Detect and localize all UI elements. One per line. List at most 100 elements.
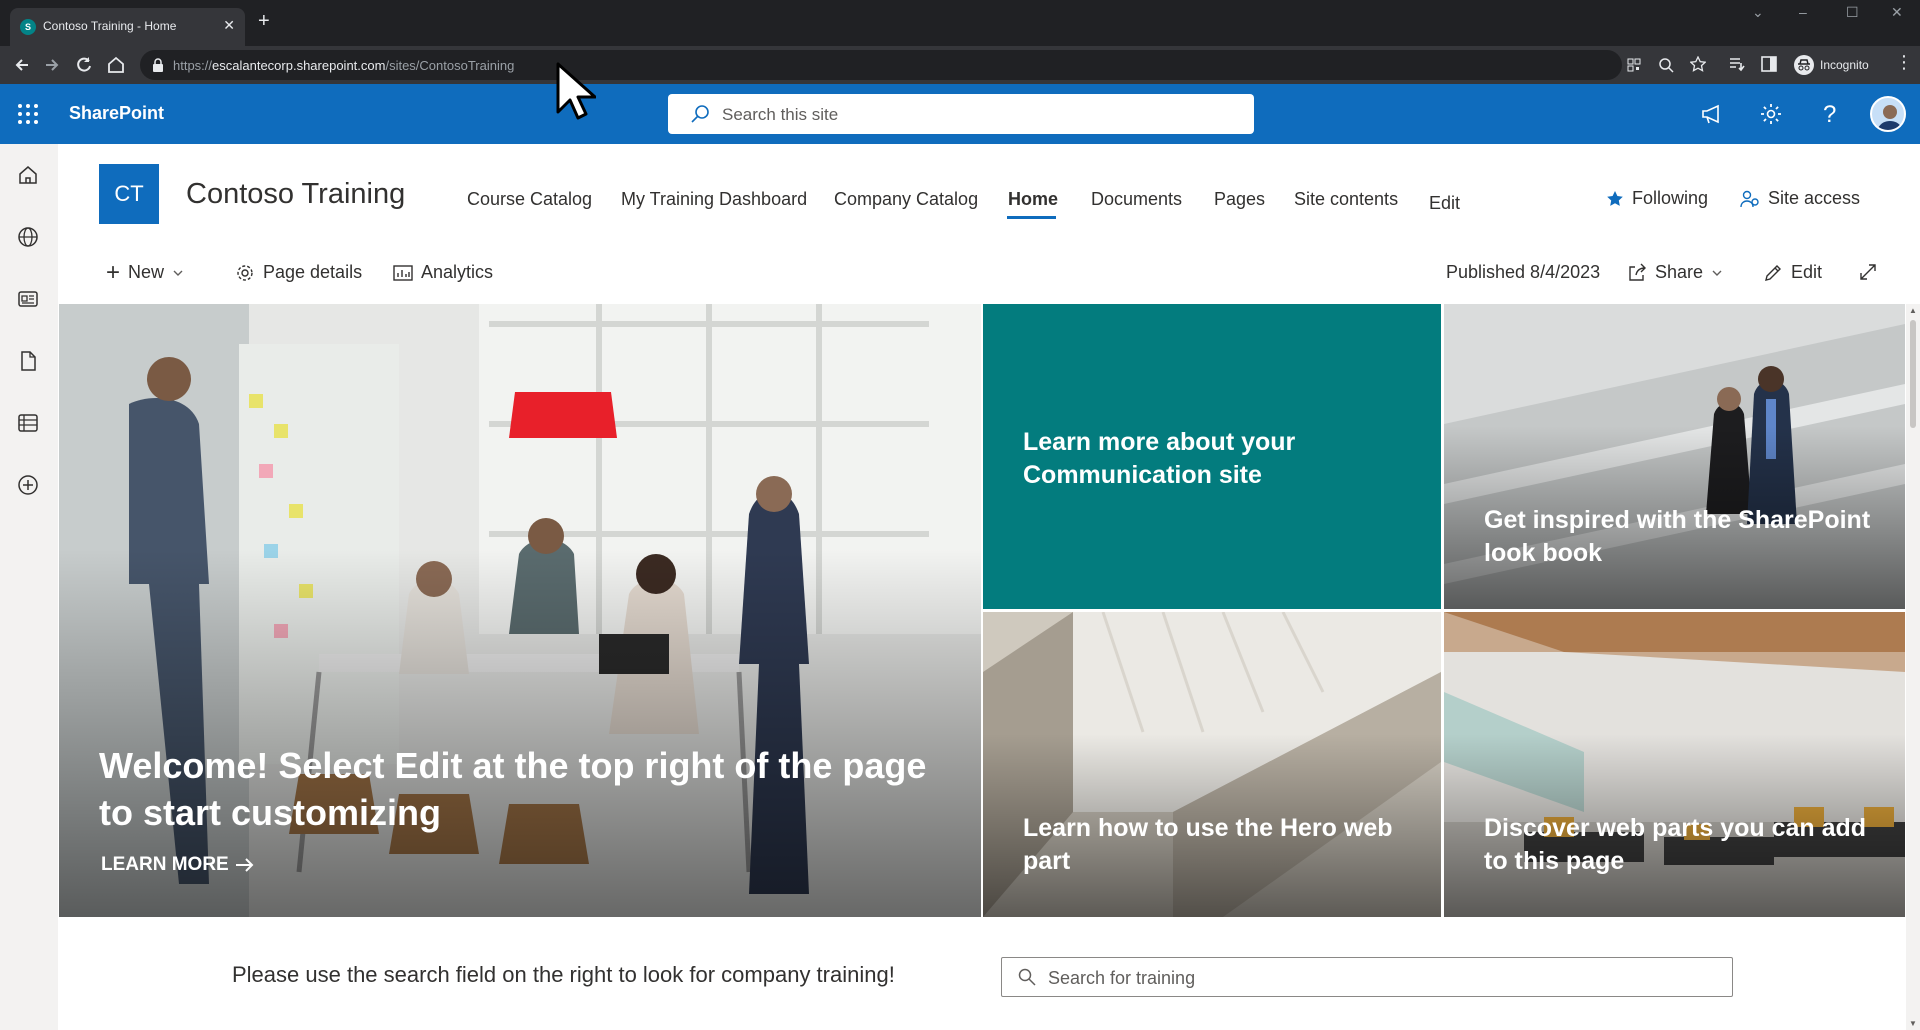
side-panel-icon[interactable]: [1760, 55, 1778, 73]
nav-pages[interactable]: Pages: [1214, 189, 1265, 210]
page-scrollbar[interactable]: ▲ ▼: [1906, 304, 1920, 1030]
sharepoint-brand-link[interactable]: SharePoint: [69, 103, 164, 124]
plus-icon: +: [106, 258, 121, 286]
reading-list-icon[interactable]: [1728, 55, 1746, 73]
hero-tile-look-book[interactable]: Get inspired with the SharePoint look bo…: [1444, 304, 1905, 609]
profile-label: Incognito: [1820, 58, 1869, 72]
edit-page-button[interactable]: Edit: [1763, 262, 1822, 283]
page-details-button[interactable]: Page details: [235, 262, 362, 283]
tab-close-icon[interactable]: ✕: [223, 17, 235, 34]
hero-main-title[interactable]: Welcome! Select Edit at the top right of…: [99, 742, 959, 836]
page-details-label: Page details: [263, 262, 363, 282]
hero-tile-caption: Learn more about your Communication site: [1023, 428, 1296, 489]
training-instruction-text: Please use the search field on the right…: [232, 962, 895, 987]
url-text: https://escalantecorp.sharepoint.com/sit…: [173, 58, 515, 73]
home-icon[interactable]: [106, 55, 126, 75]
nav-home[interactable]: Home: [1008, 189, 1058, 210]
following-label: Following: [1632, 188, 1709, 208]
lists-icon[interactable]: [17, 412, 39, 434]
active-nav-indicator: [1007, 216, 1056, 219]
scroll-up-icon[interactable]: ▲: [1909, 306, 1917, 315]
new-button[interactable]: + New: [106, 258, 184, 286]
chevron-down-icon: [172, 267, 184, 279]
browser-toolbar: https://escalantecorp.sharepoint.com/sit…: [0, 46, 1920, 84]
pencil-icon: [1763, 263, 1783, 283]
hero-tile-communication-site[interactable]: Learn more about your Communication site: [983, 304, 1441, 609]
nav-company-catalog[interactable]: Company Catalog: [834, 189, 978, 210]
suite-bar: SharePoint Search this site ?: [0, 84, 1920, 144]
arrow-right-icon: [235, 857, 255, 873]
training-search-placeholder: Search for training: [1048, 968, 1196, 988]
nav-edit-link[interactable]: Edit: [1429, 193, 1460, 214]
document-icon[interactable]: [17, 350, 39, 372]
analytics-chart-icon: [393, 263, 413, 283]
nav-course-catalog[interactable]: Course Catalog: [467, 189, 592, 210]
training-search-box[interactable]: Search for training: [1001, 957, 1733, 997]
megaphone-icon[interactable]: [1700, 102, 1724, 126]
gear-icon: [235, 263, 255, 283]
chevron-down-icon: [1711, 267, 1723, 279]
hero-main-tile[interactable]: Welcome! Select Edit at the top right of…: [59, 304, 981, 917]
create-plus-icon[interactable]: [17, 474, 39, 496]
bookmark-star-icon[interactable]: [1690, 56, 1706, 72]
share-icon: [1627, 263, 1647, 283]
scrollbar-thumb[interactable]: [1910, 320, 1916, 428]
address-bar[interactable]: https://escalantecorp.sharepoint.com/sit…: [140, 50, 1706, 80]
new-tab-icon[interactable]: +: [258, 10, 270, 33]
share-label: Share: [1655, 262, 1704, 282]
expand-icon[interactable]: [1858, 262, 1878, 282]
learn-more-label: LEARN MORE: [101, 854, 229, 875]
browser-tab[interactable]: S Contoso Training - Home ✕: [10, 8, 245, 46]
site-search-box[interactable]: Search this site: [668, 94, 1254, 134]
app-bar: [0, 144, 58, 1030]
tab-search-chevron-icon[interactable]: ⌄: [1752, 4, 1764, 21]
home-icon[interactable]: [17, 164, 39, 186]
site-access-label: Site access: [1768, 188, 1861, 208]
nav-documents[interactable]: Documents: [1091, 189, 1182, 210]
browser-menu-icon[interactable]: ⋮: [1895, 52, 1913, 73]
sharepoint-favicon-icon: S: [20, 19, 36, 35]
globe-icon[interactable]: [17, 226, 39, 248]
mouse-cursor-icon: [556, 62, 596, 122]
scroll-down-icon[interactable]: ▼: [1909, 1019, 1917, 1028]
site-title[interactable]: Contoso Training: [186, 178, 405, 211]
qr-code-icon[interactable]: [1627, 58, 1641, 72]
analytics-button[interactable]: Analytics: [393, 262, 493, 283]
analytics-label: Analytics: [421, 262, 494, 282]
people-icon: [1740, 189, 1760, 209]
published-status: Published 8/4/2023: [1446, 262, 1601, 282]
search-icon: [690, 104, 710, 124]
lock-icon: [152, 58, 164, 72]
learn-more-link[interactable]: LEARN MORE: [101, 854, 255, 876]
app-launcher-icon[interactable]: [18, 104, 38, 124]
user-avatar[interactable]: [1870, 96, 1906, 132]
nav-site-contents[interactable]: Site contents: [1294, 189, 1398, 210]
help-icon[interactable]: ?: [1823, 101, 1836, 129]
site-search-placeholder: Search this site: [722, 105, 839, 124]
search-icon: [1018, 968, 1036, 986]
hero-tile-caption: Learn how to use the Hero web part: [1023, 814, 1393, 875]
hero-tile-web-parts[interactable]: Discover web parts you can add to this p…: [1444, 612, 1905, 917]
following-button[interactable]: Following: [1606, 188, 1708, 209]
new-label: New: [128, 262, 165, 282]
minimize-icon[interactable]: –: [1799, 4, 1807, 20]
hero-tile-hero-web-part[interactable]: Learn how to use the Hero web part: [983, 612, 1441, 917]
window-close-icon[interactable]: ✕: [1891, 4, 1903, 21]
share-button[interactable]: Share: [1627, 262, 1723, 283]
nav-my-training-dashboard[interactable]: My Training Dashboard: [621, 189, 807, 210]
zoom-icon[interactable]: [1658, 57, 1674, 73]
maximize-icon[interactable]: ☐: [1846, 4, 1859, 21]
site-logo[interactable]: CT: [99, 164, 159, 224]
star-filled-icon: [1606, 190, 1624, 208]
news-icon[interactable]: [17, 288, 39, 310]
hero-tile-caption: Get inspired with the SharePoint look bo…: [1484, 506, 1871, 567]
back-icon[interactable]: [12, 55, 32, 75]
browser-tab-strip: S Contoso Training - Home ✕ + ⌄ – ☐ ✕: [0, 0, 1920, 46]
forward-icon[interactable]: [42, 55, 62, 75]
incognito-icon: [1794, 55, 1814, 75]
incognito-profile-button[interactable]: Incognito: [1790, 52, 1877, 78]
site-access-button[interactable]: Site access: [1740, 188, 1860, 209]
reload-icon[interactable]: [74, 55, 94, 75]
edit-label: Edit: [1791, 262, 1823, 282]
settings-gear-icon[interactable]: [1759, 102, 1783, 126]
